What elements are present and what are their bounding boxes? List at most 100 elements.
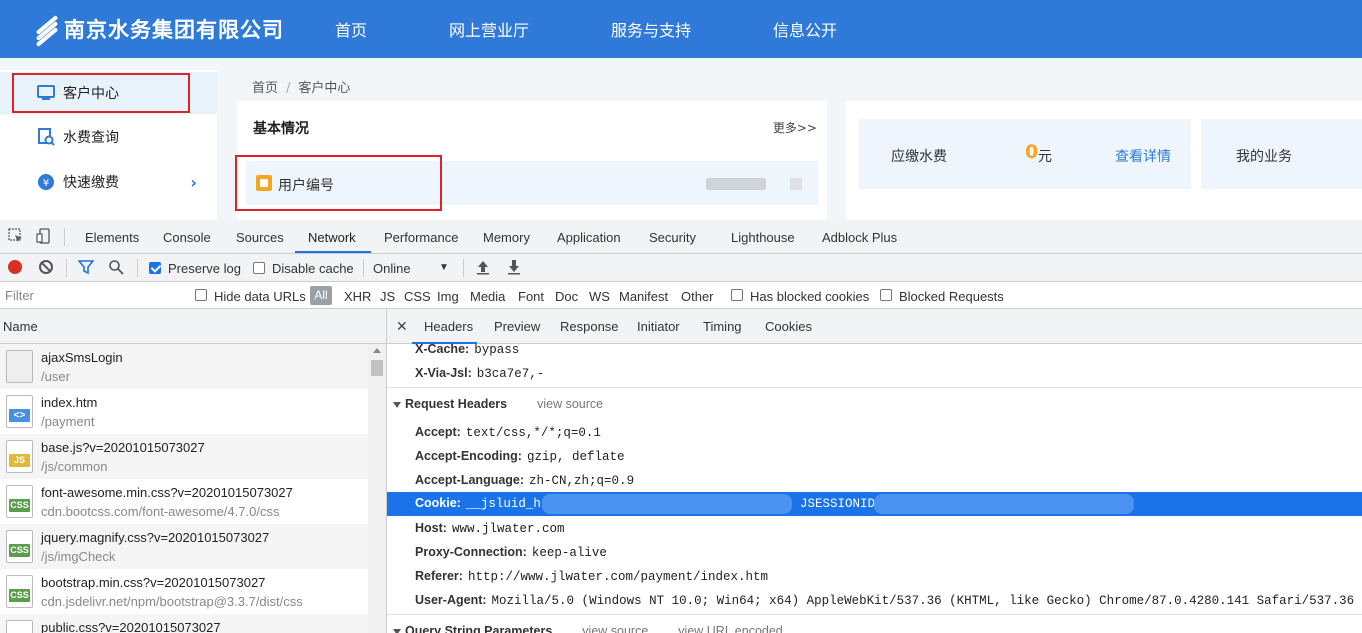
export-har-icon[interactable] — [506, 259, 522, 275]
filter-font[interactable]: Font — [518, 289, 544, 304]
view-url-encoded-link[interactable]: view URL encoded — [678, 624, 782, 633]
request-headers-section[interactable]: Request Headers view source — [393, 397, 603, 411]
filter-media[interactable]: Media — [470, 289, 505, 304]
view-source-link[interactable]: view source — [582, 624, 648, 633]
request-row[interactable]: ajaxSmsLogin /user — [0, 344, 368, 389]
name-column-header[interactable]: Name — [3, 319, 38, 334]
sidebar-item-fee-query[interactable]: 水费查询 — [0, 116, 217, 158]
tab-lighthouse[interactable]: Lighthouse — [731, 230, 795, 245]
has-blocked-cookies-checkbox[interactable] — [731, 289, 743, 301]
devtools-tabbar: Elements Console Sources Network Perform… — [0, 220, 1362, 254]
my-business-box[interactable]: 我的业务 — [1201, 119, 1362, 189]
jsessionid-label: JSESSIONID= — [800, 497, 883, 511]
filter-ws[interactable]: WS — [589, 289, 610, 304]
request-row[interactable]: CSS bootstrap.min.css?v=20201015073027 c… — [0, 569, 368, 614]
inspect-element-icon[interactable] — [8, 228, 24, 244]
preserve-log-checkbox[interactable] — [149, 262, 161, 274]
filter-css[interactable]: CSS — [404, 289, 431, 304]
search-icon[interactable] — [108, 259, 124, 275]
highlight-user-id — [235, 155, 442, 211]
svg-text:¥: ¥ — [43, 178, 49, 189]
nav-online-hall[interactable]: 网上营业厅 — [449, 17, 529, 41]
chevron-down-icon[interactable]: ▼ — [439, 262, 449, 273]
headers-detail: X-Cache: bypass X-Via-Jsl: b3ca7e7,- Reque… — [387, 344, 1362, 633]
request-name: ajaxSmsLogin — [41, 350, 123, 365]
divider — [137, 259, 138, 277]
request-row[interactable]: CSS public.css?v=20201015073027 — [0, 614, 368, 633]
request-list: ajaxSmsLogin /user <> index.htm /payment… — [0, 344, 368, 633]
tab-console[interactable]: Console — [163, 230, 211, 245]
request-row[interactable]: CSS font-awesome.min.css?v=2020101507302… — [0, 479, 368, 524]
query-string-section[interactable]: Query String Parameters view source view U… — [393, 624, 783, 633]
request-list-scrollbar[interactable] — [368, 344, 386, 633]
device-toolbar-icon[interactable] — [36, 228, 52, 244]
tab-preview[interactable]: Preview — [494, 319, 540, 334]
tab-memory[interactable]: Memory — [483, 230, 530, 245]
more-link[interactable]: 更多>> — [773, 119, 817, 136]
scroll-up-icon[interactable] — [373, 348, 381, 353]
yen-icon: ¥ — [37, 173, 55, 191]
nav-service-support[interactable]: 服务与支持 — [611, 17, 691, 41]
close-icon[interactable]: ✕ — [396, 318, 408, 335]
tab-initiator[interactable]: Initiator — [637, 319, 680, 334]
fee-label: 应缴水费 — [891, 149, 947, 165]
record-icon[interactable] — [8, 260, 22, 274]
tab-adblock-plus[interactable]: Adblock Plus — [822, 230, 897, 245]
breadcrumb-home[interactable]: 首页 — [252, 81, 278, 96]
scrollbar-thumb[interactable] — [371, 360, 383, 376]
request-path: /payment — [41, 414, 95, 429]
tab-performance[interactable]: Performance — [384, 230, 458, 245]
request-name: base.js?v=20201015073027 — [41, 440, 205, 455]
filter-doc[interactable]: Doc — [555, 289, 578, 304]
blocked-requests-checkbox[interactable] — [880, 289, 892, 301]
disable-cache-checkbox[interactable] — [253, 262, 265, 274]
request-list-header[interactable]: Name — [0, 309, 386, 344]
tab-timing[interactable]: Timing — [703, 319, 742, 334]
tab-cookies[interactable]: Cookies — [765, 319, 812, 334]
throttling-select[interactable]: Online — [373, 261, 411, 276]
request-row[interactable]: CSS jquery.magnify.css?v=20201015073027 … — [0, 524, 368, 569]
site-logo[interactable]: 南京水务集团有限公司 — [34, 14, 284, 47]
filter-xhr[interactable]: XHR — [344, 289, 371, 304]
filter-manifest[interactable]: Manifest — [619, 289, 668, 304]
clear-icon[interactable] — [39, 260, 53, 274]
request-row[interactable]: JS base.js?v=20201015073027 /js/common — [0, 434, 368, 479]
tab-headers[interactable]: Headers — [424, 319, 473, 334]
has-blocked-cookies-label: Has blocked cookies — [750, 289, 870, 304]
filter-input[interactable] — [0, 284, 182, 306]
tab-security[interactable]: Security — [649, 230, 696, 245]
fee-detail-link[interactable]: 查看详情 — [1115, 146, 1171, 166]
filter-img[interactable]: Img — [437, 289, 459, 304]
cookie-header-row[interactable]: Cookie: __jsluid_h JSESSIONID= — [387, 492, 1362, 516]
filter-js[interactable]: JS — [380, 289, 395, 304]
header-line: Host: www.jlwater.com — [415, 521, 565, 536]
filter-other[interactable]: Other — [681, 289, 714, 304]
filter-all-button[interactable]: All — [310, 286, 332, 305]
fee-amount: 0 — [1025, 141, 1039, 163]
js-file-icon: JS — [6, 440, 33, 473]
tab-elements[interactable]: Elements — [85, 230, 139, 245]
fee-panel: 应缴水费 0 元 查看详情 我的业务 — [846, 101, 1362, 220]
triangle-down-icon — [393, 401, 401, 408]
hide-data-urls-checkbox[interactable] — [195, 289, 207, 301]
header-line: X-Cache: bypass — [415, 344, 520, 357]
import-har-icon[interactable] — [475, 259, 491, 275]
user-id-value-redacted — [706, 178, 766, 190]
tab-application[interactable]: Application — [557, 230, 621, 245]
filter-icon[interactable] — [77, 259, 95, 275]
blocked-requests-label: Blocked Requests — [899, 289, 1004, 304]
my-business-label: 我的业务 — [1236, 149, 1292, 165]
sidebar-item-quick-pay[interactable]: ¥ 快速缴费 › — [0, 161, 217, 203]
tab-network[interactable]: Network — [308, 230, 356, 245]
css-file-icon: CSS — [6, 575, 33, 608]
request-row[interactable]: <> index.htm /payment — [0, 389, 368, 434]
tab-sources[interactable]: Sources — [236, 230, 284, 245]
hide-data-urls-label: Hide data URLs — [214, 289, 306, 304]
nav-home[interactable]: 首页 — [335, 17, 367, 41]
tab-response[interactable]: Response — [560, 319, 619, 334]
nav-info-public[interactable]: 信息公开 — [773, 17, 837, 41]
request-path: /user — [41, 369, 70, 384]
request-name: jquery.magnify.css?v=20201015073027 — [41, 530, 270, 545]
chevron-right-icon: › — [190, 173, 197, 192]
view-source-link[interactable]: view source — [537, 397, 603, 411]
